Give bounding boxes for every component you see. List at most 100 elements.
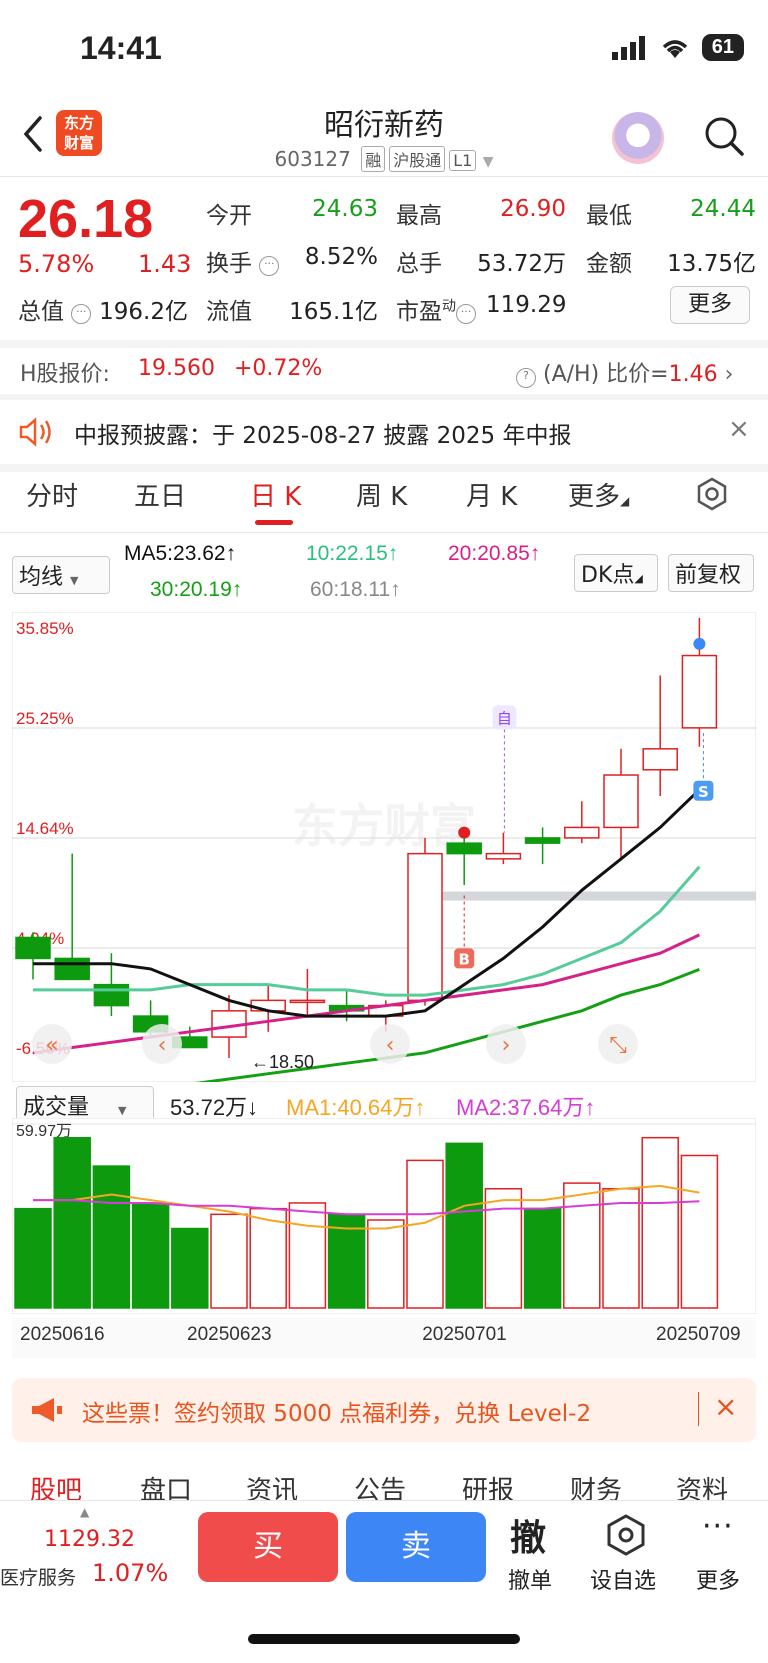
close-icon[interactable]: × (728, 414, 750, 444)
tab-profile[interactable]: 资料 (676, 1470, 728, 1502)
y-tick-label: 35.85% (16, 619, 74, 638)
zi-label: 自 (497, 709, 512, 727)
sector-index-value[interactable]: 1129.32 (44, 1527, 135, 1552)
tab-pankou[interactable]: 盘口 (140, 1470, 192, 1502)
dk-point-select[interactable]: DK点◢ (574, 554, 658, 592)
x-tick-label: 20250623 (187, 1324, 272, 1345)
kline-chart[interactable]: 东方财富35.85%25.25%14.64%4.04%-6.56%26.90→←… (12, 612, 756, 1082)
sector-name[interactable]: 医疗服务 (0, 1563, 76, 1590)
candle-body (642, 748, 678, 771)
signal-icon (611, 35, 645, 60)
question-icon[interactable]: ? (516, 368, 536, 388)
ma30-value: 30:20.19↑ (150, 578, 243, 601)
caret-up-icon: ▲ (80, 1505, 90, 1519)
home-indicator[interactable] (248, 1634, 520, 1644)
change-amount: 1.43 (138, 250, 192, 278)
tab-news[interactable]: 资讯 (246, 1470, 298, 1502)
adjust-select[interactable]: 前复权 (668, 554, 754, 592)
sell-button[interactable]: 卖 (346, 1512, 486, 1582)
candle-body (681, 654, 718, 729)
volume-bar (367, 1219, 405, 1309)
tab-intraday[interactable]: 分时 (26, 476, 78, 513)
ah-ratio[interactable]: ? (A/H) 比价=1.46 › (516, 356, 733, 388)
float-value: 165.1亿 (289, 299, 378, 325)
section-gap (0, 464, 768, 472)
volume-bar (680, 1154, 719, 1309)
volume-bar (92, 1165, 131, 1309)
b-dot (458, 826, 471, 839)
add-watchlist-label[interactable]: 设自选 (590, 1563, 656, 1595)
next-icon: › (502, 1033, 511, 1058)
candle-body (485, 852, 522, 860)
hshare-label: H股报价: (20, 362, 110, 387)
tag-connect: 沪股通 (389, 146, 446, 172)
content-tabs: 股吧 盘口 资讯 公告 研报 财务 资料 (0, 1462, 768, 1502)
volume-bar (602, 1188, 640, 1309)
turnover-label: 换手 ··· (206, 244, 280, 278)
period-tabs: 分时 五日 日 K 周 K 月 K 更多◢ (0, 476, 768, 532)
tab-weekly-k[interactable]: 周 K (356, 476, 407, 513)
caret-down-icon: ▼ (482, 154, 494, 170)
more-quote-button[interactable]: 更多 (670, 286, 750, 324)
volume-bar (53, 1137, 91, 1309)
tab-five-day[interactable]: 五日 (134, 476, 186, 513)
stock-code: 603127 (274, 147, 351, 171)
volume-bar (563, 1182, 601, 1309)
notice-text: 中报预披露：于 2025-08-27 披露 2025 年中报 (74, 423, 572, 449)
candle-body (603, 774, 639, 829)
buy-button[interactable]: 买 (198, 1512, 338, 1582)
notice-bar[interactable]: 中报预披露：于 2025-08-27 披露 2025 年中报 × (0, 400, 768, 464)
x-tick-label: 20250701 (422, 1324, 507, 1345)
chevron-right-icon: › (724, 362, 734, 387)
assistant-avatar-icon[interactable] (612, 112, 664, 164)
volume-value: 53.72万 (477, 251, 566, 277)
promo-banner[interactable]: 这些票！签约领取 5000 点福利券，兑换 Level-2 × (12, 1378, 756, 1442)
tab-active-indicator (255, 520, 293, 525)
prev-small-icon: ‹ (386, 1033, 395, 1058)
more-dots-icon[interactable]: ··· (702, 1509, 734, 1544)
tab-monthly-k[interactable]: 月 K (466, 476, 517, 513)
volume-bar (445, 1142, 483, 1309)
battery-indicator: 61 (701, 34, 744, 61)
info-dots-icon[interactable]: ··· (71, 304, 92, 324)
info-dots-icon[interactable]: ··· (259, 256, 280, 276)
ma20-value: 20:20.85↑ (448, 542, 541, 565)
settings-gear-icon[interactable] (694, 476, 730, 512)
add-watchlist-icon[interactable] (604, 1513, 648, 1557)
high-label: 最高 (396, 203, 442, 229)
speaker-icon (19, 417, 51, 447)
more-label[interactable]: 更多 (696, 1563, 740, 1595)
cancel-order-label[interactable]: 撤单 (508, 1563, 552, 1595)
open-label: 今开 (206, 203, 252, 229)
candle-body (54, 957, 90, 981)
volume-chart[interactable]: 59.97万 (12, 1118, 756, 1314)
search-icon[interactable] (702, 114, 746, 158)
volume-bar (641, 1136, 679, 1309)
tab-finance[interactable]: 财务 (570, 1470, 622, 1502)
volume-bar (14, 1207, 52, 1309)
y-tick-label: 14.64% (16, 819, 74, 838)
high-value: 26.90 (500, 196, 566, 222)
volume-bar (131, 1202, 170, 1309)
divider (0, 532, 768, 533)
amount-value: 13.75亿 (667, 251, 756, 277)
mktcap-value: 196.2亿 (99, 299, 188, 325)
open-value: 24.63 (312, 196, 378, 222)
tab-more[interactable]: 更多◢ (568, 476, 629, 513)
tab-guba[interactable]: 股吧 (30, 1470, 82, 1502)
volume-bar (288, 1202, 327, 1309)
ma10-value: 10:22.15↑ (306, 542, 399, 565)
promo-close-icon[interactable]: × (714, 1390, 737, 1423)
pe-label: 市盈动 ··· (396, 292, 476, 326)
cancel-glyph[interactable]: 撤 (510, 1509, 546, 1561)
current-price: 26.18 (18, 189, 154, 249)
tab-daily-k[interactable]: 日 K (250, 476, 301, 513)
info-dots-icon[interactable]: ··· (456, 304, 476, 324)
tab-research[interactable]: 研报 (462, 1470, 514, 1502)
volume-bar (171, 1227, 209, 1309)
tab-announcement[interactable]: 公告 (354, 1470, 406, 1502)
candle-body (407, 852, 443, 1002)
s-label: S (698, 783, 709, 801)
ma-select[interactable]: 均线 ▼ (12, 556, 110, 594)
sector-pct[interactable]: 1.07% (92, 1559, 168, 1587)
